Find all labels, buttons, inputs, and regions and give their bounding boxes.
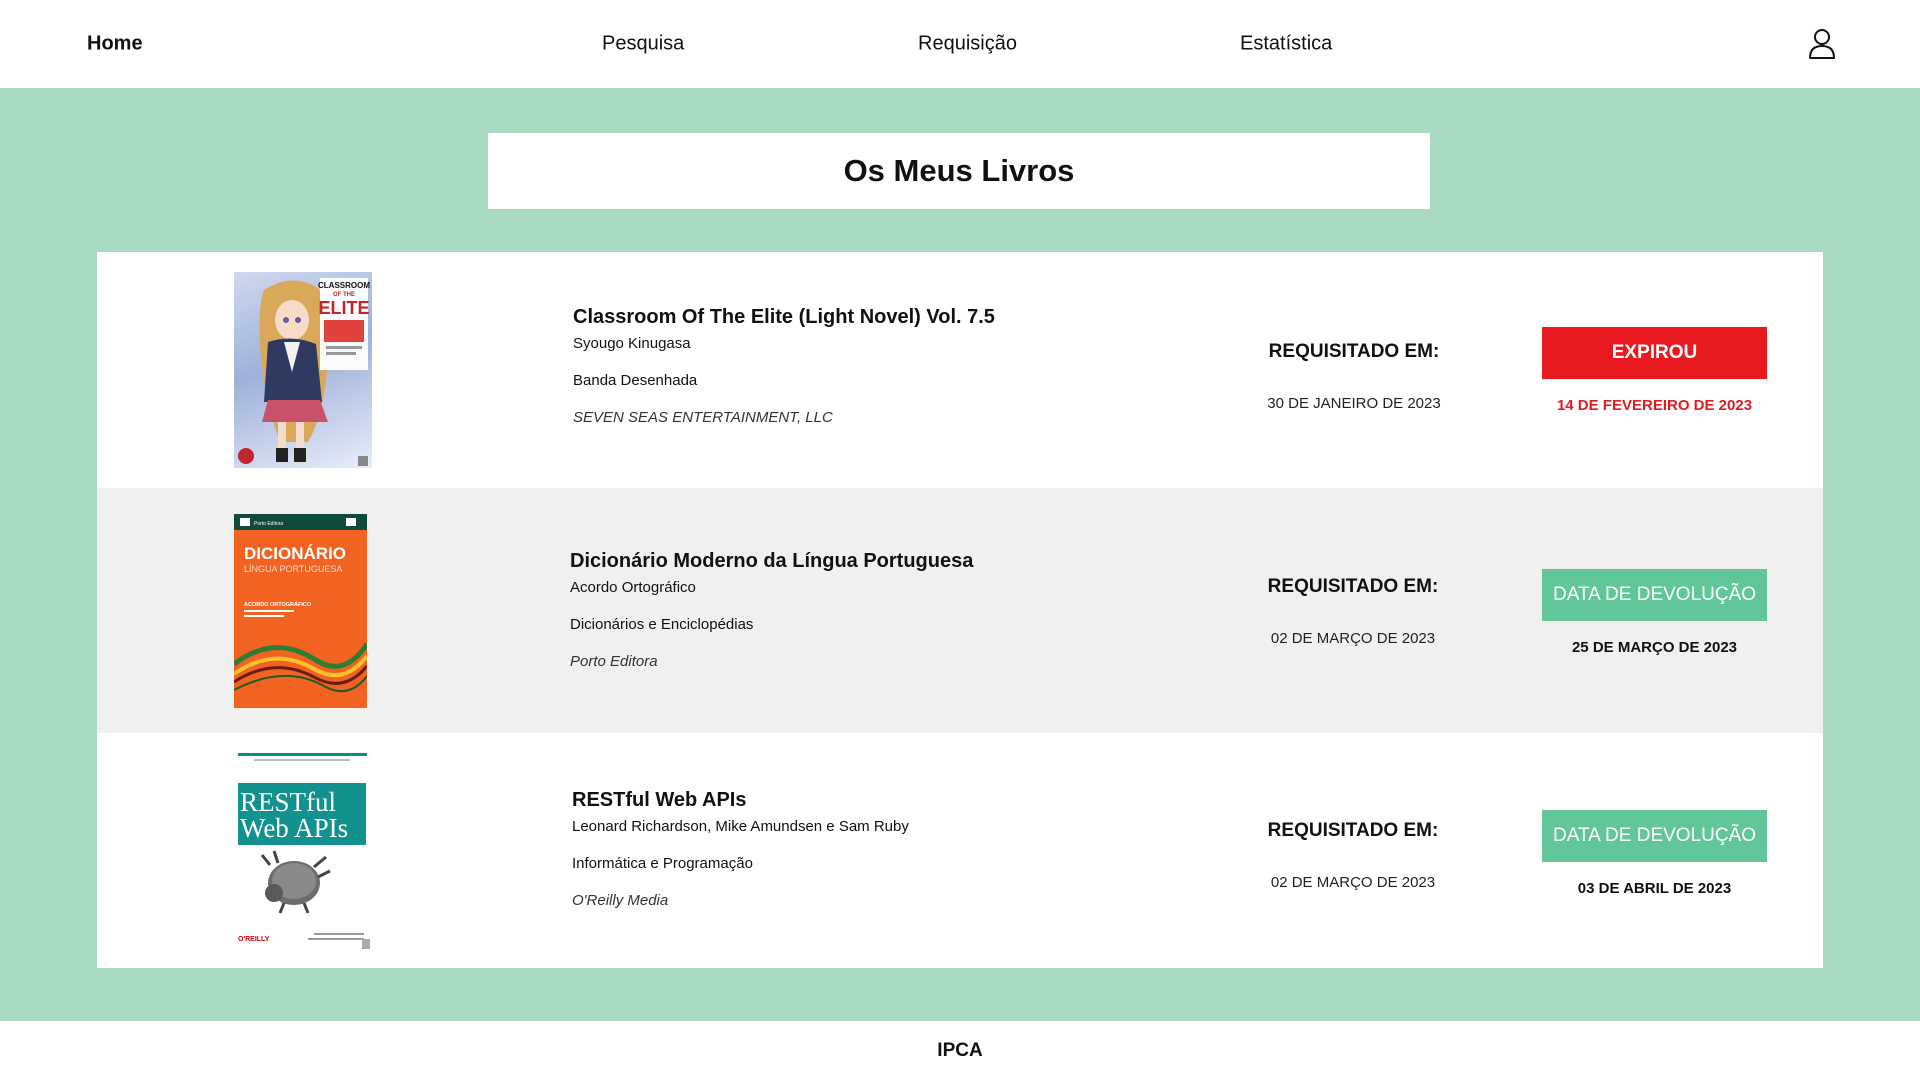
nav-requisicao-link[interactable]: Requisição bbox=[918, 33, 1017, 56]
book-list: CLASSROOM OF THE ELITE Classroom Of The … bbox=[97, 252, 1823, 968]
return-date-button[interactable]: DATA DE DEVOLUÇÃO bbox=[1542, 569, 1767, 621]
svg-text:Web APIs: Web APIs bbox=[240, 813, 348, 843]
page-title: Os Meus Livros bbox=[843, 153, 1075, 188]
status-block: DATA DE DEVOLUÇÃO 25 DE MARÇO DE 2023 bbox=[1542, 569, 1767, 656]
requested-info: REQUISITADO EM: 30 DE JANEIRO DE 2023 bbox=[1244, 341, 1464, 412]
book-title[interactable]: Dicionário Moderno da Língua Portuguesa bbox=[570, 550, 973, 573]
book-publisher: Porto Editora bbox=[570, 653, 658, 670]
requested-date: 02 DE MARÇO DE 2023 bbox=[1270, 630, 1436, 647]
top-navigation: Home Pesquisa Requisição Estatística bbox=[0, 0, 1920, 88]
svg-text:ELITE: ELITE bbox=[318, 298, 369, 318]
page-title-box: Os Meus Livros bbox=[488, 133, 1430, 209]
footer-text: IPCA bbox=[937, 1039, 983, 1061]
requested-info: REQUISITADO EM: 02 DE MARÇO DE 2023 bbox=[1243, 576, 1463, 647]
user-icon[interactable] bbox=[1808, 28, 1836, 60]
book-cover-image[interactable]: CLASSROOM OF THE ELITE bbox=[234, 272, 372, 468]
book-category: Dicionários e Enciclopédias bbox=[570, 616, 754, 633]
book-category: Informática e Programação bbox=[572, 855, 753, 872]
book-publisher: SEVEN SEAS ENTERTAINMENT, LLC bbox=[573, 409, 833, 426]
requested-date: 02 DE MARÇO DE 2023 bbox=[1270, 874, 1436, 891]
requested-label: REQUISITADO EM: bbox=[1268, 341, 1440, 362]
book-publisher: O'Reilly Media bbox=[572, 892, 669, 909]
book-category: Banda Desenhada bbox=[573, 372, 698, 389]
svg-text:ACORDO ORTOGRÁFICO: ACORDO ORTOGRÁFICO bbox=[244, 601, 312, 608]
status-date: 03 DE ABRIL DE 2023 bbox=[1577, 880, 1732, 897]
book-author: Leonard Richardson, Mike Amundsen e Sam … bbox=[572, 818, 909, 835]
requested-label: REQUISITADO EM: bbox=[1267, 576, 1439, 597]
book-title[interactable]: RESTful Web APIs bbox=[572, 789, 909, 812]
book-title[interactable]: Classroom Of The Elite (Light Novel) Vol… bbox=[573, 306, 995, 329]
status-block: EXPIROU 14 DE FEVEREIRO DE 2023 bbox=[1542, 327, 1767, 414]
book-cover-image[interactable]: Porto Editora DICIONÁRIO LÍNGUA PORTUGUE… bbox=[234, 514, 367, 708]
status-date: 25 DE MARÇO DE 2023 bbox=[1571, 639, 1738, 656]
book-row[interactable]: RESTful Web APIs O'REILLY RESTful Web AP… bbox=[97, 733, 1823, 968]
requested-label: REQUISITADO EM: bbox=[1267, 820, 1439, 841]
cover-text: CLASSROOM bbox=[318, 281, 370, 290]
nav-estatistica-link[interactable]: Estatística bbox=[1240, 33, 1332, 56]
book-row[interactable]: Porto Editora DICIONÁRIO LÍNGUA PORTUGUE… bbox=[97, 488, 1823, 733]
status-date: 14 DE FEVEREIRO DE 2023 bbox=[1556, 397, 1753, 414]
nav-home-link[interactable]: Home bbox=[87, 33, 143, 56]
nav-pesquisa-link[interactable]: Pesquisa bbox=[602, 33, 684, 56]
book-author: Syougo Kinugasa bbox=[573, 335, 691, 352]
book-info: Classroom Of The Elite (Light Novel) Vol… bbox=[573, 306, 995, 426]
cover-text: DICIONÁRIO bbox=[244, 544, 346, 563]
book-author: Acordo Ortográfico bbox=[570, 579, 696, 596]
book-info: RESTful Web APIs Leonard Richardson, Mik… bbox=[572, 789, 909, 909]
svg-text:Porto Editora: Porto Editora bbox=[254, 521, 283, 527]
book-row[interactable]: CLASSROOM OF THE ELITE Classroom Of The … bbox=[97, 252, 1823, 488]
expired-status-button[interactable]: EXPIROU bbox=[1542, 327, 1767, 379]
requested-info: REQUISITADO EM: 02 DE MARÇO DE 2023 bbox=[1243, 820, 1463, 891]
status-block: DATA DE DEVOLUÇÃO 03 DE ABRIL DE 2023 bbox=[1542, 810, 1767, 897]
book-cover-image[interactable]: RESTful Web APIs O'REILLY bbox=[234, 753, 371, 950]
book-info: Dicionário Moderno da Língua Portuguesa … bbox=[570, 550, 973, 670]
return-date-button[interactable]: DATA DE DEVOLUÇÃO bbox=[1542, 810, 1767, 862]
svg-text:O'REILLY: O'REILLY bbox=[238, 936, 270, 943]
footer: IPCA bbox=[0, 1021, 1920, 1080]
svg-text:LÍNGUA PORTUGUESA: LÍNGUA PORTUGUESA bbox=[244, 564, 342, 574]
requested-date: 30 DE JANEIRO DE 2023 bbox=[1267, 395, 1441, 412]
